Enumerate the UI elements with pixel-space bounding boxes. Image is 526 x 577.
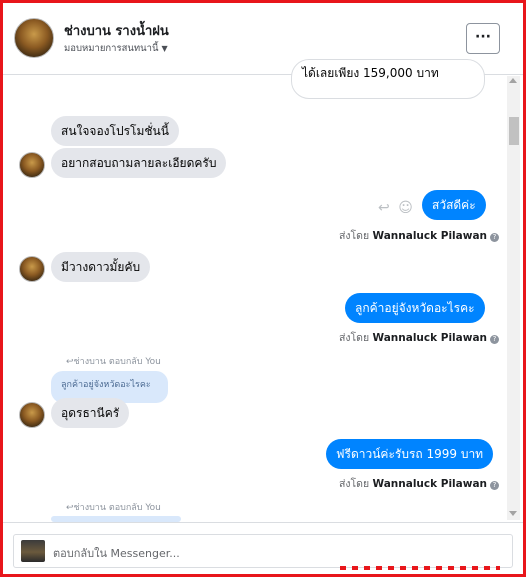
sent-by-label: ส่งโดย Wannaluck Pilawan? [339,475,500,492]
reply-placeholder[interactable]: ตอบกลับใน Messenger... [53,544,180,562]
sent-by-label: ส่งโดย Wannaluck Pilawan? [339,329,500,346]
sent-by-label: ส่งโดย Wannaluck Pilawan? [339,227,500,244]
emoji-icon[interactable]: ☺ [398,200,413,216]
caret-down-icon: ▼ [161,44,168,53]
sender-avatar[interactable] [19,152,45,178]
page-avatar[interactable] [14,18,54,58]
page-title[interactable]: ช่างบาน รางน้ำฝน [64,20,169,41]
incoming-message: อุดรธานีครั [51,398,130,428]
annotation-marker [340,566,500,570]
info-icon[interactable]: ? [490,335,500,344]
page-avatar-thumbnail [21,540,45,562]
outgoing-message: ฟรีดาวน์ค่ะรับรถ 1999 บาท [326,439,494,469]
scroll-up-arrow[interactable] [509,78,517,83]
incoming-message: สนใจจองโปรโมชั่นนี้ [51,116,179,146]
message-bubble-partial: ได้เลยเพียง 159,000 บาท [291,59,485,99]
sender-avatar[interactable] [19,402,45,428]
more-options-button[interactable]: ··· [466,23,500,54]
incoming-message: มีวางดาวมั้ยคับ [51,252,151,282]
agent-name: Wannaluck Pilawan [372,332,488,344]
info-icon[interactable]: ? [490,233,500,242]
scroll-down-arrow[interactable] [509,511,517,516]
assign-conversation-dropdown[interactable]: มอบหมายการสนทนานี้ ▼ [64,41,168,56]
message-actions: ↩ ☺ [378,200,413,216]
sender-avatar[interactable] [19,256,45,282]
assign-label: มอบหมายการสนทนานี้ [64,43,159,54]
info-icon[interactable]: ? [490,481,500,490]
outgoing-message: ลูกค้าอยู่จังหวัดอะไรคะ [345,293,485,323]
reply-icon[interactable]: ↩ [378,200,390,216]
scrollbar-thumb[interactable] [509,117,519,145]
incoming-message: อยากสอบถามลายละเอียดครับ [51,148,227,178]
agent-name: Wannaluck Pilawan [372,230,488,242]
reply-context-label: ↩ช่างบาน ตอบกลับ You [66,503,161,513]
reply-context-label: ↩ช่างบาน ตอบกลับ You [66,357,161,367]
outgoing-message: สวัสดีค่ะ [422,190,486,220]
agent-name: Wannaluck Pilawan [372,478,488,490]
